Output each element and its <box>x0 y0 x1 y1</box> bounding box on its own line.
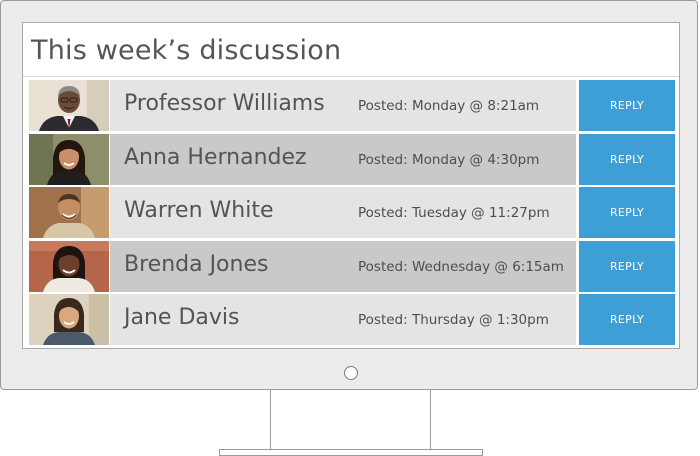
post-timestamp: Posted: Monday @ 8:21am <box>358 98 540 114</box>
avatar <box>29 241 109 292</box>
monitor-stand-base <box>219 449 483 456</box>
avatar <box>29 294 109 345</box>
post-info: Professor Williams Posted: Monday @ 8:21… <box>110 80 576 131</box>
list-item: Jane Davis Posted: Thursday @ 1:30pm REP… <box>29 294 675 345</box>
author-name: Anna Hernandez <box>124 145 307 170</box>
reply-button[interactable]: REPLY <box>579 134 675 185</box>
list-item: Anna Hernandez Posted: Monday @ 4:30pm R… <box>29 134 675 185</box>
post-info: Warren White Posted: Tuesday @ 11:27pm <box>110 187 576 238</box>
author-name: Jane Davis <box>124 305 240 330</box>
avatar <box>29 80 109 131</box>
post-timestamp: Posted: Thursday @ 1:30pm <box>358 312 549 328</box>
author-name: Professor Williams <box>124 91 325 116</box>
power-button-icon[interactable] <box>344 366 358 380</box>
reply-button[interactable]: REPLY <box>579 241 675 292</box>
monitor-screen: This week’s discussion Professor William… <box>22 22 680 349</box>
avatar <box>29 134 109 185</box>
author-name: Brenda Jones <box>124 252 269 277</box>
reply-button[interactable]: REPLY <box>579 294 675 345</box>
post-info: Jane Davis Posted: Thursday @ 1:30pm <box>110 294 576 345</box>
post-info: Anna Hernandez Posted: Monday @ 4:30pm <box>110 134 576 185</box>
list-item: Professor Williams Posted: Monday @ 8:21… <box>29 80 675 131</box>
monitor-stand-neck <box>270 390 431 450</box>
post-timestamp: Posted: Tuesday @ 11:27pm <box>358 205 550 221</box>
page-title: This week’s discussion <box>31 35 342 66</box>
list-item: Brenda Jones Posted: Wednesday @ 6:15am … <box>29 241 675 292</box>
list-item: Warren White Posted: Tuesday @ 11:27pm R… <box>29 187 675 238</box>
reply-button[interactable]: REPLY <box>579 187 675 238</box>
post-timestamp: Posted: Monday @ 4:30pm <box>358 152 540 168</box>
post-timestamp: Posted: Wednesday @ 6:15am <box>358 259 564 275</box>
monitor-frame: This week’s discussion Professor William… <box>0 0 698 390</box>
title-divider <box>23 76 679 77</box>
author-name: Warren White <box>124 198 274 223</box>
reply-button[interactable]: REPLY <box>579 80 675 131</box>
post-info: Brenda Jones Posted: Wednesday @ 6:15am <box>110 241 576 292</box>
avatar <box>29 187 109 238</box>
